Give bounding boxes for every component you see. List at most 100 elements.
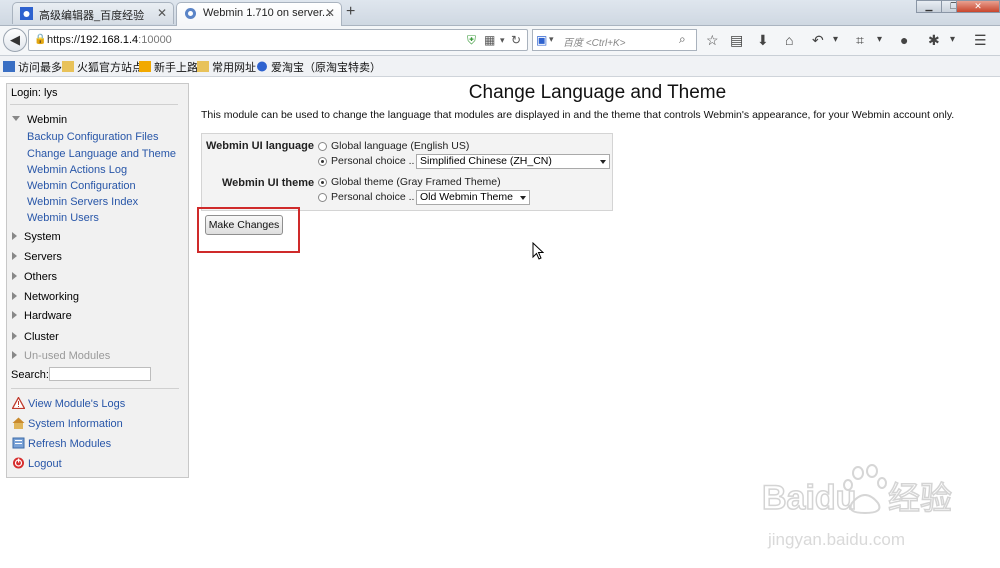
warning-icon	[12, 397, 25, 409]
bookmark-icon	[139, 61, 151, 72]
tab-webmin[interactable]: Webmin 1.710 on server... ✕	[176, 2, 342, 26]
theme-global-radio[interactable]	[318, 178, 327, 187]
language-personal-label: Personal choice ..	[331, 155, 415, 167]
back-button[interactable]: ◀	[3, 28, 27, 52]
module-search-input[interactable]	[49, 367, 151, 381]
reading-list-icon[interactable]: ▤	[730, 32, 743, 49]
bookmark-icon	[257, 61, 267, 72]
category-servers[interactable]: Servers	[12, 251, 62, 263]
undo-icon[interactable]: ↶	[812, 32, 824, 49]
link-change-language-and-theme[interactable]: Change Language and Theme	[27, 148, 176, 160]
new-tab-icon[interactable]: +	[346, 3, 355, 21]
link-webmin-actions-log[interactable]: Webmin Actions Log	[27, 164, 127, 176]
close-window-button[interactable]: ✕	[956, 0, 1000, 13]
chevron-down-icon[interactable]: ▾	[833, 34, 838, 45]
link-webmin-servers-index[interactable]: Webmin Servers Index	[27, 196, 138, 208]
language-global-label: Global language (English US)	[331, 140, 470, 152]
link-system-information[interactable]: System Information	[12, 417, 123, 430]
lock-icon: 🔒	[34, 34, 47, 45]
link-logout[interactable]: Logout	[12, 457, 62, 470]
crop-icon[interactable]: ⌗	[856, 32, 864, 49]
home-icon[interactable]: ⌂	[785, 32, 793, 48]
shield-icon[interactable]: ⛨	[467, 33, 476, 48]
language-global-radio[interactable]	[318, 142, 327, 151]
chevron-down-icon[interactable]: ▾	[549, 34, 554, 45]
tab-strip: 高级编辑器_百度经验 ✕ Webmin 1.710 on server... ✕…	[0, 0, 1000, 26]
bookmark-most-visited[interactable]: 访问最多	[3, 59, 62, 75]
category-unused-modules[interactable]: Un-used Modules	[12, 350, 110, 362]
tab-label: 高级编辑器_百度经验	[39, 10, 145, 22]
url-text: https://192.168.1.4:10000	[47, 34, 172, 46]
power-icon	[13, 457, 24, 469]
chevron-down-icon[interactable]: ▾	[950, 34, 955, 45]
theme-personal-label: Personal choice ..	[331, 191, 415, 203]
collapsed-arrow-icon	[12, 252, 17, 260]
webmin-favicon-icon	[185, 8, 196, 19]
category-networking[interactable]: Networking	[12, 291, 79, 303]
watermark-url: jingyan.baidu.com	[767, 530, 905, 549]
left-panel: Login: lys Webmin Backup Configuration F…	[6, 83, 189, 478]
highlight-box	[197, 207, 300, 253]
baidu-favicon-icon	[20, 7, 33, 20]
addon-icon[interactable]: ✱	[928, 32, 940, 49]
category-system[interactable]: System	[12, 231, 61, 243]
download-icon[interactable]: ⬇	[757, 32, 769, 49]
star-icon[interactable]: ☆	[706, 32, 719, 49]
qr-code-icon[interactable]: ▦	[484, 33, 495, 47]
collapsed-arrow-icon	[12, 351, 17, 359]
collapsed-arrow-icon	[12, 232, 17, 240]
dropdown-arrow-icon	[520, 196, 526, 200]
bookmark-getting-started[interactable]: 新手上路	[139, 59, 198, 75]
bookmark-taobao[interactable]: 爱淘宝（原淘宝特卖）	[256, 59, 381, 75]
watermark-brand: Baidu	[762, 479, 856, 517]
house-icon	[12, 417, 25, 429]
collapsed-arrow-icon	[12, 292, 17, 300]
category-cluster[interactable]: Cluster	[12, 331, 59, 343]
theme-select[interactable]: Old Webmin Theme	[416, 190, 530, 205]
folder-icon	[197, 61, 209, 72]
language-personal-radio[interactable]	[318, 157, 327, 166]
theme-global-label: Global theme (Gray Framed Theme)	[331, 176, 501, 188]
address-bar[interactable]: 🔒 https://192.168.1.4:10000 ⛨ ▦ ▾ ↻	[28, 29, 528, 51]
search-engine-icon[interactable]: ▣	[536, 33, 547, 47]
chat-icon[interactable]: ●	[900, 32, 908, 48]
bookmark-icon	[3, 61, 15, 72]
link-refresh-modules[interactable]: Refresh Modules	[12, 437, 111, 450]
refresh-icon	[12, 437, 25, 449]
menu-icon[interactable]: ☰	[974, 32, 987, 49]
bookmark-firefox-site[interactable]: 火狐官方站点	[62, 59, 143, 75]
chevron-down-icon[interactable]: ▾	[877, 34, 882, 45]
minimize-button[interactable]: ▁	[916, 0, 942, 13]
language-select[interactable]: Simplified Chinese (ZH_CN)	[416, 154, 610, 169]
reload-icon[interactable]: ↻	[511, 33, 521, 47]
link-view-module-logs[interactable]: View Module's Logs	[12, 397, 125, 410]
link-backup-configuration-files[interactable]: Backup Configuration Files	[27, 131, 158, 143]
theme-personal-radio[interactable]	[318, 193, 327, 202]
link-webmin-configuration[interactable]: Webmin Configuration	[27, 180, 136, 192]
category-others[interactable]: Others	[12, 271, 57, 283]
category-hardware[interactable]: Hardware	[12, 310, 72, 322]
search-bar[interactable]: ▣ ▾ 百度 <Ctrl+K> ⌕	[532, 29, 697, 51]
baidu-jingyan-watermark: Baidu 经验 jingyan.baidu.com	[761, 464, 953, 549]
page-description: This module can be used to change the la…	[201, 109, 955, 121]
tab-baidu-editor[interactable]: 高级编辑器_百度经验 ✕	[12, 2, 174, 24]
navigation-bar: ◀ 🔒 https://192.168.1.4:10000 ⛨ ▦ ▾ ↻ ▣ …	[0, 26, 1000, 56]
module-search-label: Search:	[11, 369, 49, 381]
close-tab-icon[interactable]: ✕	[157, 6, 167, 20]
watermark-cn: 经验	[888, 479, 952, 517]
close-tab-icon[interactable]: ✕	[325, 6, 335, 20]
divider	[11, 388, 179, 389]
tab-label: Webmin 1.710 on server...	[203, 7, 332, 19]
expanded-arrow-icon	[12, 116, 20, 121]
page-title: Change Language and Theme	[468, 82, 727, 103]
category-webmin[interactable]: Webmin	[12, 114, 67, 126]
link-webmin-users[interactable]: Webmin Users	[27, 212, 99, 224]
search-icon[interactable]: ⌕	[679, 32, 686, 47]
divider	[10, 104, 178, 105]
collapsed-arrow-icon	[12, 311, 17, 319]
bookmark-common-sites[interactable]: 常用网址	[197, 59, 256, 75]
search-placeholder: 百度 <Ctrl+K>	[563, 38, 626, 49]
settings-form: Webmin UI language Global language (Engl…	[201, 133, 613, 211]
chevron-down-icon[interactable]: ▾	[500, 35, 505, 46]
bookmarks-bar: 访问最多 火狐官方站点 新手上路 常用网址 爱淘宝（原淘宝特卖）	[0, 56, 1000, 77]
